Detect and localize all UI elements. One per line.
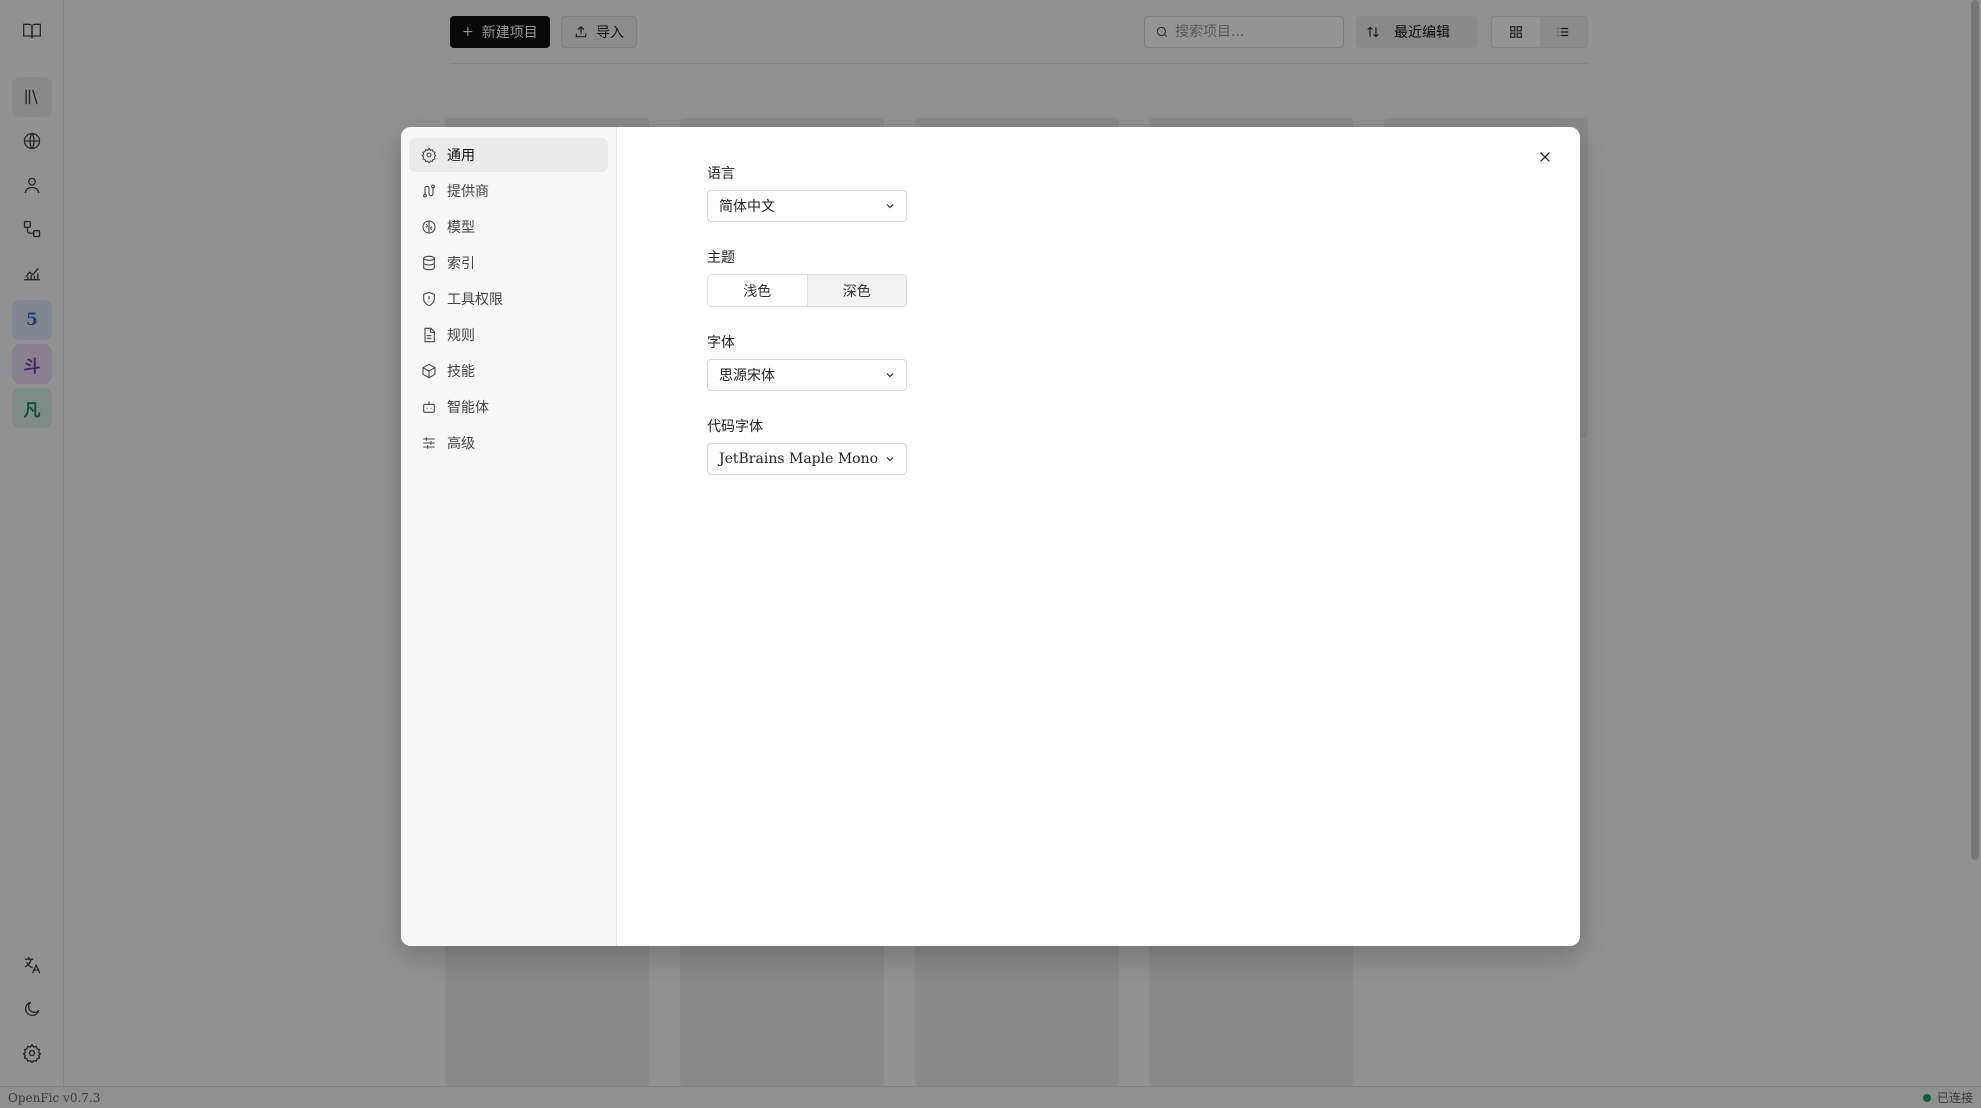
settings-dialog: 通用 提供商 模型 索引 工具权限 规则 技能 智能体 高级 语言 简体中文 主… [401, 127, 1580, 946]
chevron-down-icon [886, 373, 894, 378]
chevron-down-icon [886, 457, 894, 462]
settings-nav-skills[interactable]: 技能 [409, 354, 608, 388]
font-label: 字体 [707, 335, 735, 351]
language-value: 简体中文 [719, 199, 775, 215]
nav-label: 工具权限 [447, 292, 503, 308]
chevron-down-icon [886, 204, 894, 209]
settings-nav-providers[interactable]: 提供商 [409, 174, 608, 208]
nav-label: 技能 [447, 364, 475, 380]
settings-nav-models[interactable]: 模型 [409, 210, 608, 244]
font-value: 思源宋体 [719, 368, 775, 384]
route-icon [423, 184, 435, 198]
sliders-icon [423, 437, 435, 449]
close-button[interactable] [1532, 144, 1558, 170]
scrollbar[interactable] [1971, 0, 1979, 860]
shield-icon [423, 291, 435, 307]
settings-nav-rules[interactable]: 规则 [409, 318, 608, 352]
nav-label: 模型 [447, 220, 475, 236]
nav-label: 通用 [447, 148, 475, 164]
nav-label: 智能体 [447, 400, 489, 416]
code-font-select[interactable]: JetBrains Maple Mono [707, 443, 907, 475]
theme-label: 主题 [707, 250, 735, 266]
font-select[interactable]: 思源宋体 [707, 359, 907, 391]
close-icon [1540, 152, 1550, 162]
code-font-value: JetBrains Maple Mono [719, 451, 879, 467]
nav-label: 索引 [447, 256, 475, 272]
theme-light-option[interactable]: 浅色 [708, 275, 808, 306]
bot-icon [423, 401, 435, 413]
code-font-label: 代码字体 [707, 419, 763, 435]
gear-icon [421, 147, 437, 163]
settings-nav-tool-permissions[interactable]: 工具权限 [409, 282, 608, 316]
settings-nav-advanced[interactable]: 高级 [409, 426, 608, 460]
settings-nav-index[interactable]: 索引 [409, 246, 608, 280]
nav-label: 提供商 [447, 184, 489, 200]
settings-nav-agents[interactable]: 智能体 [409, 390, 608, 424]
document-icon [424, 327, 435, 343]
database-icon [423, 255, 435, 271]
nav-label: 规则 [447, 328, 475, 344]
language-label: 语言 [707, 166, 735, 182]
language-select[interactable]: 简体中文 [707, 190, 907, 222]
brain-icon [422, 220, 436, 234]
settings-content: 语言 简体中文 主题 浅色 深色 字体 思源宋体 代码字体 JetBrains … [617, 127, 1580, 946]
settings-nav: 通用 提供商 模型 索引 工具权限 规则 技能 智能体 高级 [401, 127, 617, 946]
theme-toggle: 浅色 深色 [707, 274, 907, 307]
settings-nav-general[interactable]: 通用 [409, 138, 608, 172]
package-icon [422, 363, 436, 379]
theme-dark-option[interactable]: 深色 [808, 275, 907, 306]
nav-label: 高级 [447, 436, 475, 452]
